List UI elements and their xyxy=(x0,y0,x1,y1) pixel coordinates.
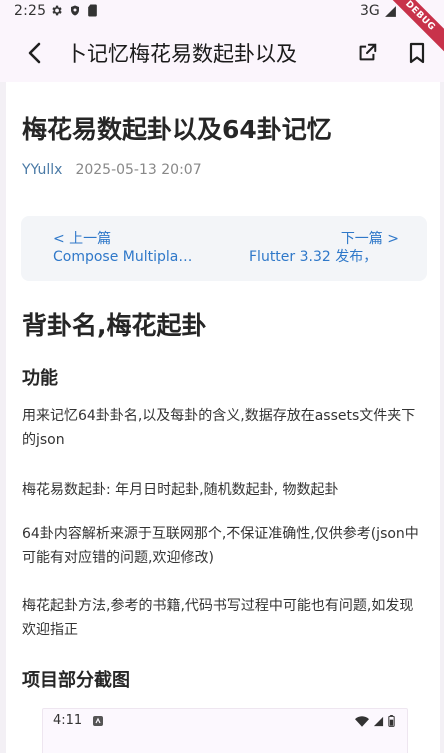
paragraph: 64卦内容解析来源于互联网那个,不保证准确性,仅供参考(json中可能有对应错的… xyxy=(22,526,419,566)
next-article-link[interactable]: 下一篇 > Flutter 3.32 发布， xyxy=(249,230,399,267)
sd-card-icon xyxy=(88,4,97,17)
app-title: 卜记忆梅花易数起卦以及 xyxy=(72,42,297,66)
next-article-title: Flutter 3.32 发布， xyxy=(249,249,378,265)
back-button[interactable] xyxy=(20,38,50,68)
bookmark-icon xyxy=(409,42,425,64)
signal-icon xyxy=(384,5,396,17)
status-notification-icons xyxy=(50,4,98,17)
preview-status-time: 4:11 xyxy=(53,713,83,728)
article-title: 梅花易数起卦以及64卦记忆 xyxy=(22,115,332,144)
arrow-back-icon xyxy=(28,42,41,64)
open-in-new-icon xyxy=(359,43,377,61)
paragraph: 用来记忆64卦卦名,以及每卦的含义,数据存放在assets文件夹下的json xyxy=(22,408,416,448)
shield-icon xyxy=(71,5,79,16)
signal-icon xyxy=(373,716,384,726)
status-bar: 2:25 3G xyxy=(0,0,444,24)
wifi-icon xyxy=(355,715,369,727)
gear-icon xyxy=(52,5,62,16)
article-author[interactable]: YYullx xyxy=(22,162,62,178)
paragraph: 梅花起卦方法,参考的书籍,代码书写过程中可能也有问题,如发现欢迎指正 xyxy=(22,598,414,638)
features-heading: 功能 xyxy=(22,368,58,389)
bookmark-button[interactable] xyxy=(402,38,432,68)
paragraph: 梅花易数起卦: 年月日时起卦,随机数起卦, 物数起卦 xyxy=(22,482,339,498)
app-notification-icon xyxy=(93,716,103,726)
section-heading: 背卦名,梅花起卦 xyxy=(22,311,207,340)
screenshots-heading: 项目部分截图 xyxy=(22,670,130,691)
status-time: 2:25 xyxy=(14,3,47,19)
battery-icon xyxy=(388,715,395,727)
article-date: 2025-05-13 20:07 xyxy=(75,162,202,178)
status-system-icons: 3G xyxy=(360,3,397,19)
app-bar: 卜记忆梅花易数起卦以及 xyxy=(0,24,444,82)
article-meta: YYullx 2025-05-13 20:07 xyxy=(22,162,202,178)
project-screenshot-image[interactable]: 4:11 xyxy=(42,708,408,753)
previous-article-link[interactable]: < 上一篇 Compose Multiplatform 发布 xyxy=(53,230,203,267)
open-in-browser-button[interactable] xyxy=(352,38,382,68)
previous-article-title: Compose Multiplatform 发布 xyxy=(53,249,193,265)
network-type: 3G xyxy=(360,3,380,19)
article-content[interactable]: 梅花易数起卦以及64卦记忆 YYullx 2025-05-13 20:07 < … xyxy=(6,82,440,753)
app-title-container: 卜记忆梅花易数起卦以及 xyxy=(72,34,340,72)
next-article-label: 下一篇 > xyxy=(340,231,399,247)
preview-system-icons xyxy=(355,715,395,727)
article-navigation: < 上一篇 Compose Multiplatform 发布 下一篇 > Flu… xyxy=(21,216,427,281)
previous-article-label: < 上一篇 xyxy=(53,231,112,247)
